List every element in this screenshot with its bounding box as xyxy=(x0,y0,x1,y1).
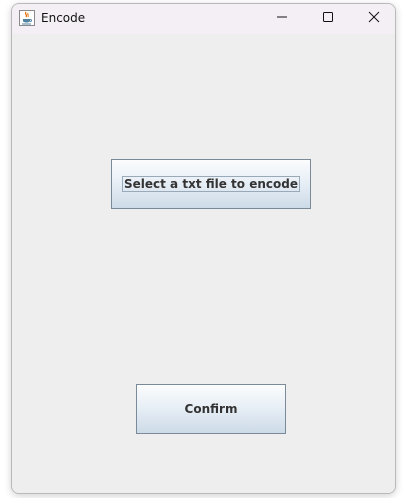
minimize-button[interactable] xyxy=(259,4,305,34)
close-icon xyxy=(368,10,380,28)
close-button[interactable] xyxy=(351,4,395,34)
encode-window: Encode Select a txt file to encode Confi… xyxy=(11,3,396,494)
confirm-button-label: Confirm xyxy=(184,402,238,416)
maximize-icon xyxy=(322,10,334,28)
confirm-button[interactable]: Confirm xyxy=(136,384,286,434)
title-bar[interactable]: Encode xyxy=(12,4,395,34)
content-pane: Select a txt file to encode Confirm xyxy=(12,34,395,493)
window-title: Encode xyxy=(41,11,86,25)
java-coffee-cup-icon xyxy=(19,10,35,26)
select-file-button-label: Select a txt file to encode xyxy=(122,176,300,192)
minimize-icon xyxy=(276,10,288,28)
maximize-button[interactable] xyxy=(305,4,351,34)
select-file-button[interactable]: Select a txt file to encode xyxy=(111,159,311,209)
